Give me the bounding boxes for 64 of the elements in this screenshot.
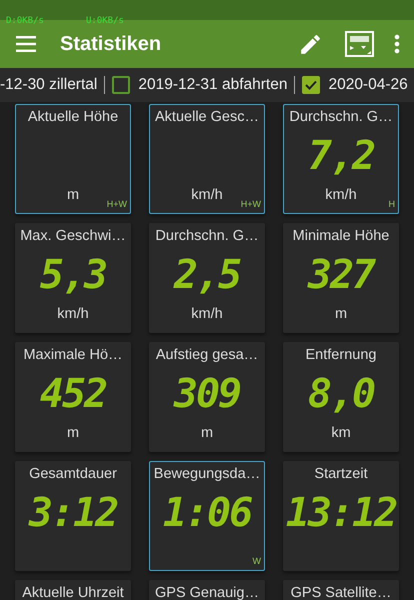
stat-tile[interactable]: Durchschn. G… 2,5 km/h xyxy=(149,223,265,333)
stat-tile[interactable]: Aktuelle Höhe m H+W xyxy=(15,104,131,214)
upload-speed: U:0KB/s xyxy=(86,16,124,26)
checkbox[interactable] xyxy=(302,76,320,94)
tile-title: Minimale Höhe xyxy=(292,228,390,246)
tile-value: 13:12 xyxy=(286,490,396,536)
stat-tile[interactable]: GPS Satellite… xyxy=(283,580,399,600)
tile-value: 327 xyxy=(308,252,374,298)
stat-tile[interactable]: Aufstieg gesa… 309 m xyxy=(149,342,265,452)
tile-title: Aktuelle Höhe xyxy=(28,109,118,126)
tile-title: Maximale Hö… xyxy=(23,347,123,364)
checkbox[interactable] xyxy=(112,76,130,94)
tile-title: Aufstieg gesa… xyxy=(156,347,258,364)
tile-unit: m xyxy=(200,424,214,444)
source-tag: H+W xyxy=(106,198,127,211)
track-label[interactable]: -12-30 zillertal xyxy=(0,73,98,97)
stat-tile[interactable]: Minimale Höhe 327 m xyxy=(283,223,399,333)
screen-title: Statistiken xyxy=(60,32,162,57)
tile-title: Aktuelle Uhrzeit xyxy=(22,585,124,600)
more-icon[interactable] xyxy=(394,34,400,54)
tile-unit: km/h xyxy=(191,305,223,324)
tile-value: 3:12 xyxy=(28,490,118,536)
tile-unit: km/h xyxy=(191,186,223,206)
stat-tile[interactable]: Aktuelle Uhrzeit xyxy=(15,580,131,600)
stat-tile[interactable]: Entfernung 8,0 km xyxy=(283,342,399,452)
tile-value: 8,0 xyxy=(308,370,374,417)
tile-title: Durchschn. G… xyxy=(155,228,259,246)
tile-value: 2,5 xyxy=(174,252,240,298)
tile-value: 1:06 xyxy=(162,490,252,536)
stat-tile[interactable]: Bewegungsda… 1:06 W xyxy=(149,461,265,571)
tile-value: 7,2 xyxy=(308,132,374,179)
tile-value: 5,3 xyxy=(40,252,106,298)
tile-title: Aktuelle Gesc… xyxy=(155,109,259,126)
tile-title: Gesamtdauer xyxy=(29,466,117,484)
dashboard-icon[interactable] xyxy=(345,31,374,57)
tile-unit: m xyxy=(334,305,348,324)
download-speed: D:0KB/s xyxy=(6,16,44,26)
source-tag: W xyxy=(252,554,261,568)
tile-value: 452 xyxy=(40,370,106,417)
tile-unit: km/h xyxy=(57,305,89,324)
tile-title: Entfernung xyxy=(306,347,376,364)
stat-tile[interactable]: Max. Geschwi… 5,3 km/h xyxy=(15,223,131,333)
tile-unit: km/h xyxy=(325,186,357,206)
tile-title: Max. Geschwi… xyxy=(20,228,126,246)
tile-unit: m xyxy=(66,186,80,206)
menu-icon[interactable] xyxy=(16,36,36,52)
stat-tile[interactable]: Maximale Hö… 452 m xyxy=(15,342,131,452)
stat-tile[interactable]: Gesamtdauer 3:12 xyxy=(15,461,131,571)
stat-tile[interactable]: Startzeit 13:12 xyxy=(283,461,399,571)
tile-title: GPS Genauig… xyxy=(155,585,259,600)
track-label[interactable]: 2020-04-26 xyxy=(328,73,408,97)
track-label[interactable]: 2019-12-31 abfahrten xyxy=(138,73,288,97)
source-tag: H+W xyxy=(240,198,261,211)
stat-tile[interactable]: GPS Genauig… xyxy=(149,580,265,600)
tile-title: Durchschn. G… xyxy=(289,109,393,126)
source-tag: H xyxy=(388,198,395,211)
tile-title: Bewegungsda… xyxy=(154,466,260,484)
stat-tile[interactable]: Aktuelle Gesc… km/h H+W xyxy=(149,104,265,214)
tile-unit: m xyxy=(66,424,80,444)
tile-value: 309 xyxy=(174,370,240,417)
tile-title: GPS Satellite… xyxy=(290,585,392,600)
tile-title: Startzeit xyxy=(314,466,368,484)
stat-tile[interactable]: Durchschn. G… 7,2 km/h H xyxy=(283,104,399,214)
tile-unit: km xyxy=(331,424,351,444)
